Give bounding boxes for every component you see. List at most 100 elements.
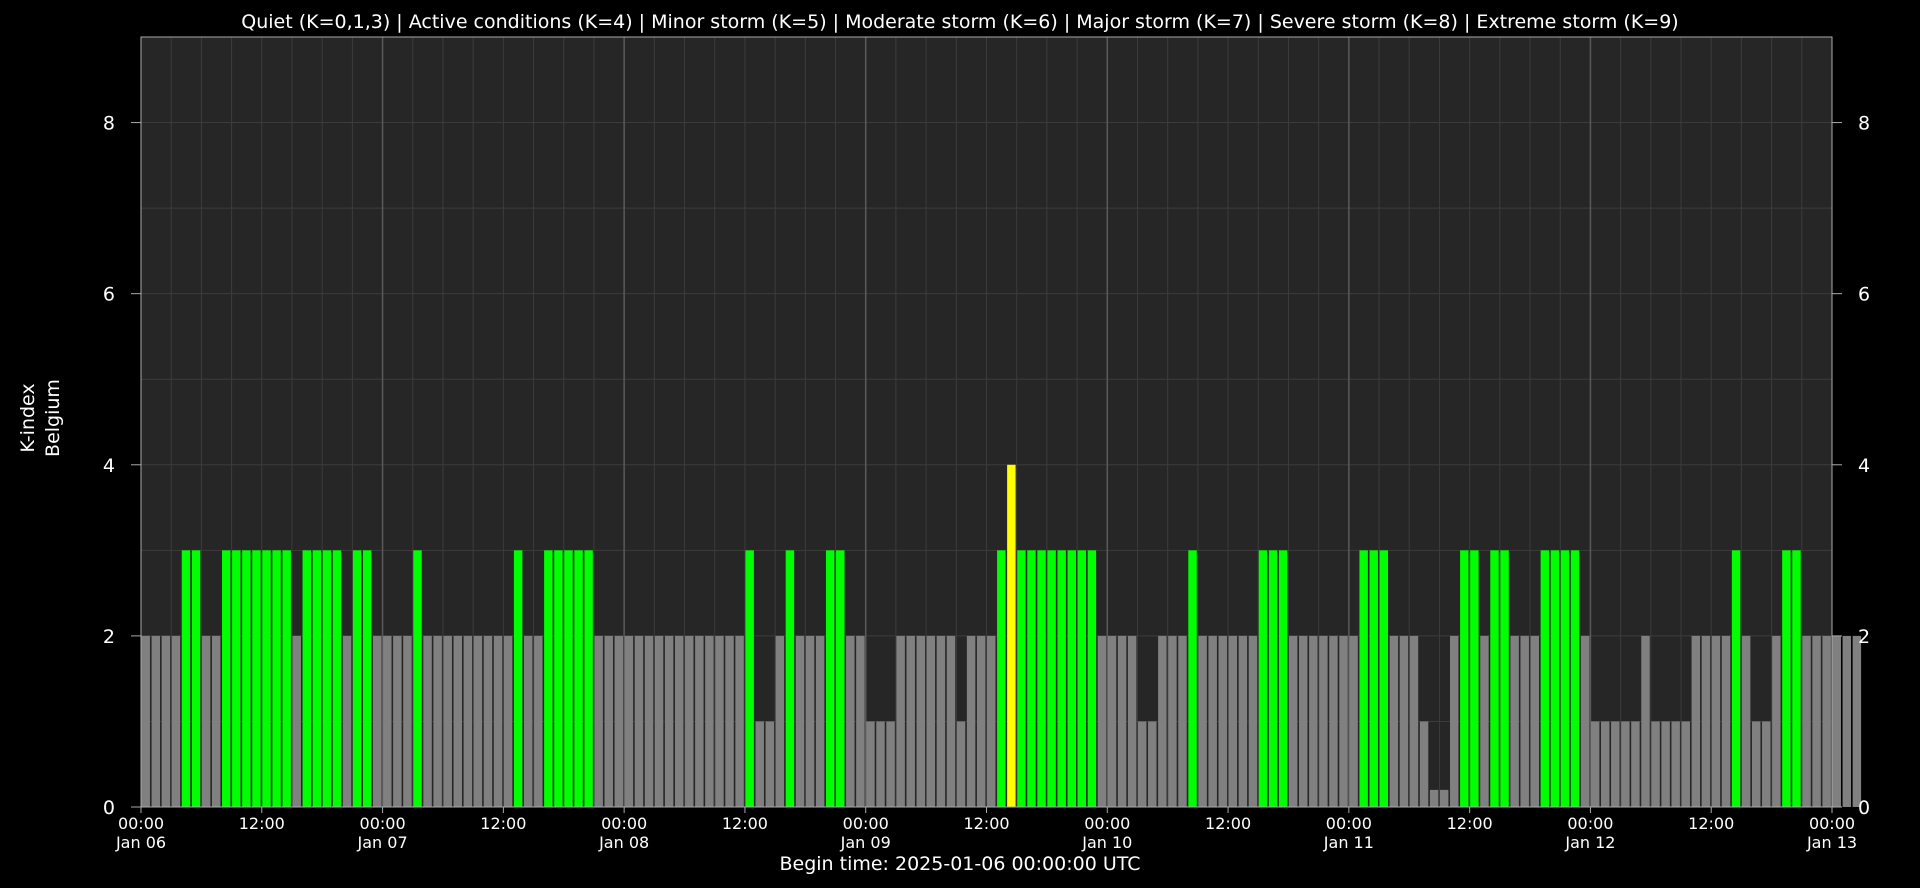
k-index-bar <box>785 550 795 807</box>
k-index-bar <box>1772 635 1781 807</box>
k-index-bar <box>815 635 825 807</box>
k-index-bar <box>1792 550 1801 807</box>
k-index-bar <box>181 550 191 807</box>
k-index-bar <box>302 550 312 807</box>
k-index-bar <box>634 635 644 807</box>
k-index-bar <box>463 635 473 807</box>
k-index-bar <box>765 721 775 807</box>
k-index-bar <box>594 635 603 807</box>
k-index-bar <box>876 721 885 807</box>
k-index-bar <box>1127 635 1137 807</box>
k-index-bar <box>735 635 744 807</box>
k-index-bar <box>1329 635 1338 807</box>
k-index-bar <box>1611 721 1620 807</box>
k-index-bar <box>1470 550 1479 807</box>
k-index-bar <box>393 635 402 807</box>
k-index-bar <box>1600 721 1610 807</box>
k-index-bar <box>453 635 462 807</box>
k-index-bar <box>775 635 785 807</box>
k-index-bar <box>1691 635 1701 807</box>
k-index-bar <box>1852 635 1862 807</box>
k-index-bar <box>926 635 936 807</box>
k-index-bar <box>534 635 543 807</box>
x-tick-time-label: 12:00 <box>1205 814 1251 833</box>
k-index-bar <box>946 635 956 807</box>
k-index-bar <box>604 635 613 807</box>
k-index-bar <box>1480 635 1489 807</box>
k-index-bar <box>362 550 372 807</box>
k-index-bar <box>1379 550 1389 807</box>
k-index-bar <box>1520 635 1529 807</box>
k-index-bar <box>1580 635 1590 807</box>
k-index-bar <box>966 635 976 807</box>
k-index-bar <box>232 550 241 807</box>
k-index-bar <box>383 635 392 807</box>
k-index-bar <box>1731 550 1741 807</box>
k-index-bar <box>1188 550 1197 807</box>
k-index-bar <box>886 721 895 807</box>
k-index-chart: Quiet (K=0,1,3) | Active conditions (K=4… <box>0 0 1920 888</box>
k-index-bar <box>1087 550 1097 807</box>
x-tick-date-label: Jan 06 <box>115 833 166 852</box>
k-index-bar <box>584 550 593 807</box>
k-index-bar <box>1299 635 1308 807</box>
k-index-bar <box>866 721 875 807</box>
k-index-bar <box>574 550 583 807</box>
k-index-bar <box>1077 550 1087 807</box>
x-tick-time-label: 00:00 <box>1084 814 1130 833</box>
x-tick-time-label: 00:00 <box>1809 814 1855 833</box>
k-index-bar <box>1389 635 1399 807</box>
k-index-bar <box>433 635 442 807</box>
x-tick-time-label: 12:00 <box>963 814 1009 833</box>
x-tick-time-label: 00:00 <box>118 814 164 833</box>
k-index-bar <box>1832 635 1841 807</box>
k-index-bar <box>1419 721 1429 807</box>
k-index-bar <box>272 550 281 807</box>
x-tick-time-label: 00:00 <box>843 814 889 833</box>
k-index-bar <box>1339 635 1348 807</box>
k-index-bar <box>252 550 261 807</box>
k-index-bar <box>513 550 523 807</box>
x-tick-time-label: 12:00 <box>480 814 526 833</box>
k-index-bar <box>483 635 493 807</box>
k-index-bar <box>1570 550 1580 807</box>
k-index-bar <box>1319 635 1328 807</box>
y-tick-label-right: 8 <box>1858 113 1870 135</box>
k-index-bar <box>715 635 724 807</box>
k-index-bar <box>1460 550 1469 807</box>
k-index-bar <box>1067 550 1076 807</box>
k-index-bar <box>1097 635 1107 807</box>
k-index-bar <box>916 635 926 807</box>
k-index-bar <box>222 550 231 807</box>
k-index-bar <box>856 635 865 807</box>
k-index-bar <box>211 635 221 807</box>
k-index-bar <box>564 550 573 807</box>
k-index-bar <box>1429 789 1439 807</box>
k-index-bar <box>1218 635 1227 807</box>
k-index-bar <box>523 635 533 807</box>
k-index-bar <box>544 550 553 807</box>
k-index-bar <box>1309 635 1318 807</box>
k-index-bar <box>1178 635 1187 807</box>
k-index-bar <box>1661 721 1670 807</box>
x-tick-date-label: Jan 10 <box>1081 833 1132 852</box>
k-index-bar <box>1027 550 1036 807</box>
k-index-bar <box>674 635 684 807</box>
k-index-bar <box>151 635 161 807</box>
chart-title: Quiet (K=0,1,3) | Active conditions (K=4… <box>241 11 1678 33</box>
k-index-bar <box>352 550 362 807</box>
y-tick-label-right: 0 <box>1858 797 1870 819</box>
k-index-bar <box>614 635 624 807</box>
k-index-bar <box>705 635 714 807</box>
k-index-bar <box>1399 635 1409 807</box>
x-axis-label: Begin time: 2025-01-06 00:00:00 UTC <box>779 853 1140 875</box>
k-index-bar <box>1490 550 1499 807</box>
x-tick-date-label: Jan 09 <box>840 833 891 852</box>
k-index-bar <box>161 635 171 807</box>
k-index-bar <box>1268 550 1278 807</box>
y-tick-label-right: 2 <box>1858 626 1870 648</box>
k-index-bar <box>262 550 271 807</box>
k-index-bar <box>664 635 674 807</box>
k-index-bar <box>1107 635 1117 807</box>
k-index-bar <box>242 550 251 807</box>
